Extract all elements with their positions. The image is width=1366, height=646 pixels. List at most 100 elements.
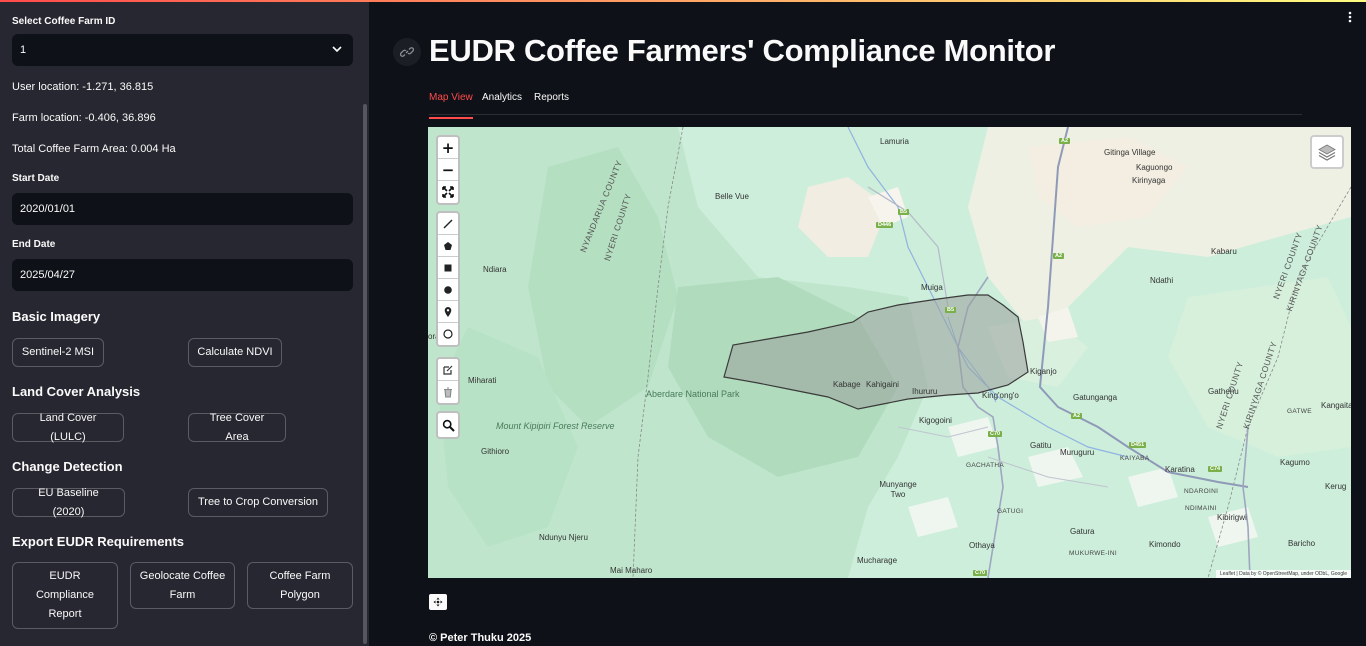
polyline-icon [443,219,453,228]
draw-toolbar [436,211,460,347]
map-label-kipipiri: Mount Kipipiri Forest Reserve [496,421,615,431]
zoom-out-button[interactable]: − [438,159,458,181]
basic-imagery-heading: Basic Imagery [12,309,101,324]
zoom-in-button[interactable]: + [438,137,458,159]
layers-control-button[interactable] [1310,135,1344,169]
tree-to-crop-button[interactable]: Tree to Crop Conversion [188,488,328,517]
map-label-kibirigwi: Kibirigwi [1217,513,1247,522]
map-label-gatugi: GATUGI [997,508,1024,515]
draw-marker-button[interactable] [438,301,458,323]
map-label-kangaita: Kangaita [1321,401,1351,410]
map-label-gatura: Gatura [1070,527,1095,536]
farm-id-value: 1 [20,44,27,56]
fullscreen-icon [442,186,454,198]
fullscreen-button[interactable] [438,181,458,203]
end-date-input[interactable]: 2025/04/27 [12,259,353,291]
tab-bar: Map View Analytics Reports [429,88,1302,119]
map-label-gatitu: Gatitu [1030,441,1052,450]
map-label-kaguongo: Kaguongo [1136,163,1173,172]
anchor-link-button[interactable] [393,38,421,66]
delete-layers-button[interactable] [438,381,458,403]
tree-cover-button[interactable]: Tree Cover Area [188,412,286,443]
top-decoration-bar [0,0,1366,2]
road-shield-b5: B5 [945,307,957,313]
map-attribution: Leaflet | Data by © OpenStreetMap, under… [1216,570,1351,578]
end-date-label: End Date [12,239,56,250]
map-label-ndathi: Ndathi [1150,276,1174,285]
sentinel-button[interactable]: Sentinel-2 MSI [12,338,104,367]
draw-polygon-button[interactable] [438,235,458,257]
layers-icon [1318,144,1336,161]
map-label-githioro: Githioro [481,447,510,456]
map-label-othaya: Othaya [969,541,995,550]
map-label-gachatha: GACHATHA [966,462,1005,469]
road-shield-c70: C70 [988,431,1003,437]
chevron-down-icon [332,46,342,53]
rectangle-icon [444,264,452,271]
marker-icon [444,306,452,317]
start-date-input[interactable]: 2020/01/01 [12,193,353,225]
map-label-lamuria: Lamuria [880,137,909,146]
map-search-button[interactable] [438,413,458,437]
edit-layers-button[interactable] [438,359,458,381]
map-label-kingongo: King'ong'o [982,391,1019,400]
zoom-control: + − [436,135,460,205]
map-label-gatwe: GATWE [1287,408,1312,415]
farm-polygon-button[interactable]: Coffee Farm Polygon [247,562,353,609]
map-label-muiga: Muiga [921,283,943,292]
map-label-aberdare: Aberdare National Park [646,389,740,399]
sidebar: Select Coffee Farm ID 1 User location: -… [0,0,369,646]
search-icon [442,419,455,432]
map-label-kahigaini: Kahigaini [866,380,899,389]
edit-icon [443,365,453,375]
road-shield-c74: C74 [1208,466,1223,472]
eu-baseline-button[interactable]: EU Baseline (2020) [12,487,125,518]
map-label-gitinga: Gitinga Village [1104,148,1156,157]
map-label-kaiyaba: KAIYABA [1120,455,1150,462]
road-shield-c70: C70 [973,570,988,576]
road-shield-a2: A2 [1059,138,1071,144]
road-shield-d446: D446 [876,222,894,228]
map-label-mucharage: Mucharage [857,556,898,565]
start-date-label: Start Date [12,173,60,184]
geolocate-button[interactable]: Geolocate Coffee Farm [130,562,235,609]
farm-id-select[interactable]: 1 [12,34,353,66]
main-menu-icon[interactable] [1347,10,1353,26]
tab-map-view[interactable]: Map View [429,92,473,119]
map-label-kimondo: Kimondo [1149,540,1181,549]
map-label-gatunganga: Gatunganga [1073,393,1118,402]
map-label-muruguru: Muruguru [1060,448,1095,457]
road-shield-a2: A2 [1053,253,1065,259]
edit-toolbar [436,357,460,405]
eudr-report-button[interactable]: EUDR Compliance Report [12,562,118,629]
page-title: EUDR Coffee Farmers' Compliance Monitor [429,33,1056,68]
draw-circle-button[interactable] [438,279,458,301]
road-shield-d451: D451 [1129,442,1147,448]
map-label-kigogoini: Kigogoini [919,416,952,425]
circle-icon [444,285,452,294]
map-label-maimaharo: Mai Maharo [610,566,653,575]
draw-rectangle-button[interactable] [438,257,458,279]
land-cover-heading: Land Cover Analysis [12,384,141,399]
map-label-baricho: Baricho [1288,539,1316,548]
map-expand-button[interactable] [429,594,447,610]
user-location-text: User location: -1.271, 36.815 [12,81,154,93]
land-cover-button[interactable]: Land Cover (LULC) [12,412,124,443]
link-icon [400,47,414,57]
map-label-kabaru: Kabaru [1211,247,1237,256]
draw-polyline-button[interactable] [438,213,458,235]
farm-select-label: Select Coffee Farm ID [12,16,116,27]
map-label-miharati: Miharati [468,376,497,385]
map-label-belle-vue: Belle Vue [715,192,749,201]
map-view[interactable]: Lamuria Gitinga Village Kaguongo Kirinya… [428,127,1351,578]
road-shield-a2: A2 [1071,413,1083,419]
tab-reports[interactable]: Reports [534,92,569,117]
map-label-ndiara: Ndiara [483,265,507,274]
polygon-icon [444,241,452,250]
calculate-ndvi-button[interactable]: Calculate NDVI [188,338,282,367]
tab-analytics[interactable]: Analytics [482,92,522,117]
circle-marker-icon [443,329,453,339]
search-control [436,411,460,439]
draw-circlemarker-button[interactable] [438,323,458,345]
sidebar-scrollbar[interactable] [363,104,367,644]
